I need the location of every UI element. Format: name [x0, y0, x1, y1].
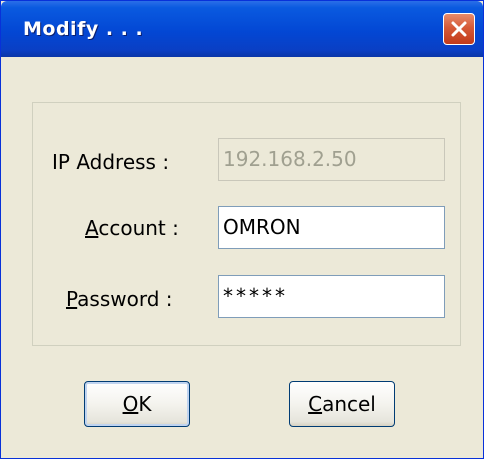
ok-accel-key: O: [122, 392, 139, 416]
password-accel-key: P: [66, 287, 78, 311]
account-accel-key: A: [85, 216, 99, 240]
ok-label-text: K: [138, 392, 152, 416]
password-label-text: assword :: [77, 287, 173, 311]
ok-button[interactable]: OK: [84, 381, 190, 427]
cancel-label-text: ancel: [322, 392, 376, 416]
close-icon: [450, 20, 468, 38]
password-field[interactable]: *****: [218, 275, 445, 318]
cancel-accel-key: C: [308, 392, 323, 416]
close-button[interactable]: [443, 13, 475, 45]
account-label: Account :: [85, 216, 179, 240]
ip-address-field: 192.168.2.50: [218, 138, 445, 181]
password-label: Password :: [66, 287, 173, 311]
account-label-text: ccount :: [98, 216, 179, 240]
ip-address-label: IP Address :: [52, 150, 170, 174]
cancel-button[interactable]: Cancel: [289, 381, 395, 427]
dialog-title: Modify . . .: [23, 18, 144, 40]
title-bar[interactable]: Modify . . .: [1, 1, 483, 57]
modify-dialog: Modify . . . IP Address : 192.168.2.50 A…: [0, 0, 484, 459]
account-field[interactable]: OMRON: [218, 206, 445, 249]
